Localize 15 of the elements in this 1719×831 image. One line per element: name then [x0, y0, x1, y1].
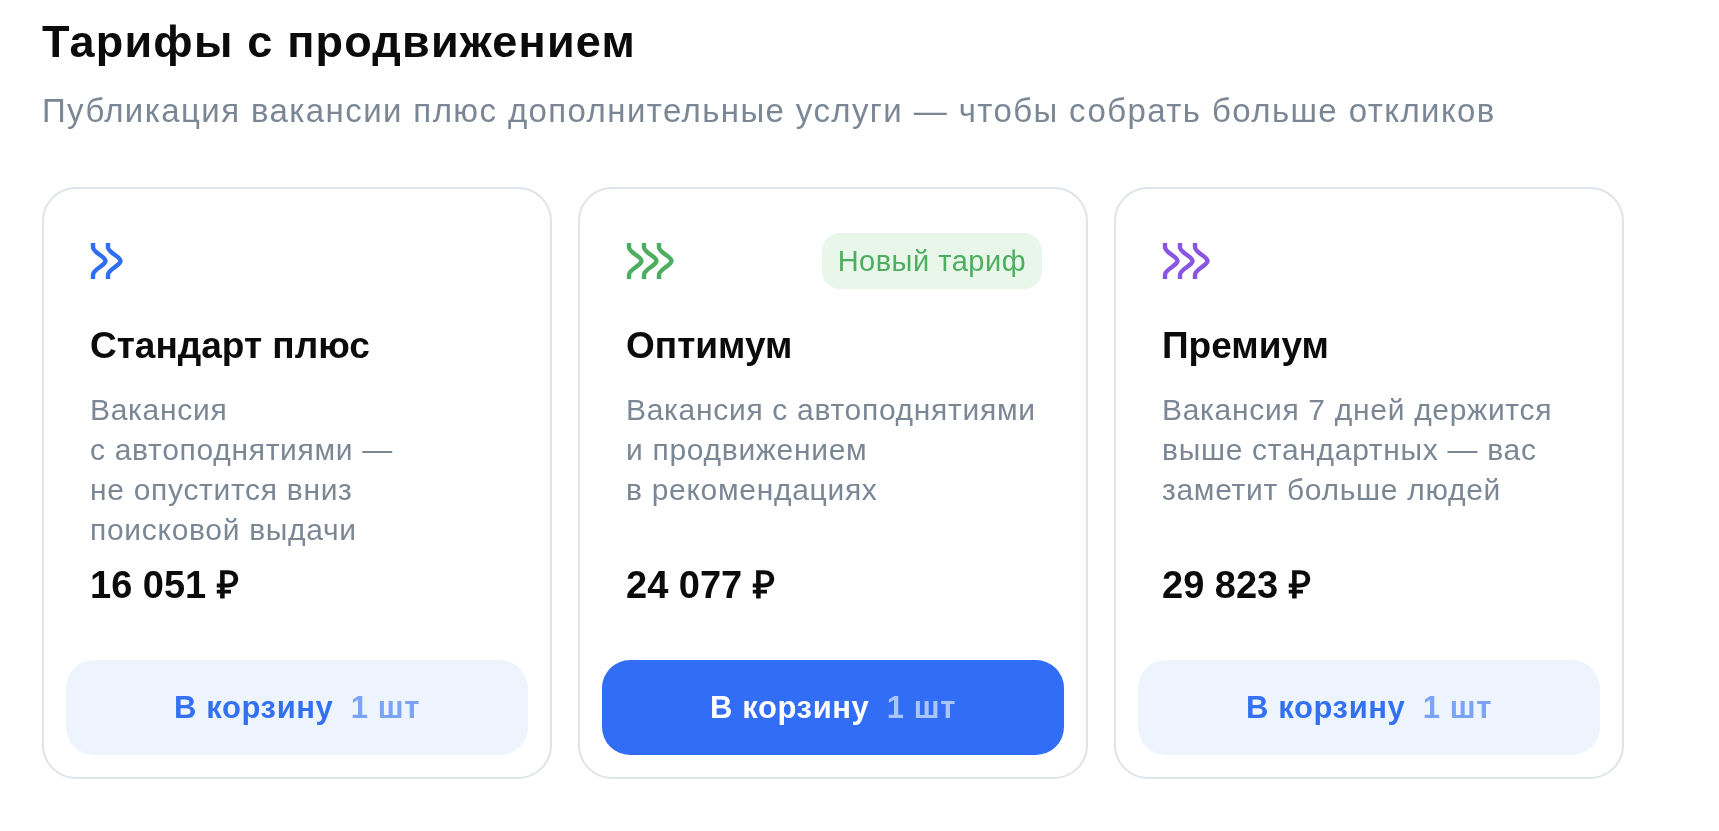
add-to-cart-button[interactable]: В корзину 1 шт — [1138, 660, 1600, 755]
plan-name: Стандарт плюс — [89, 324, 371, 368]
plan-description: Вакансия с автоподнятиями и продвижением в рекомендациях — [626, 392, 1036, 508]
new-plan-badge: Новый тариф — [821, 233, 1042, 289]
plan-description: Вакансия с автоподнятиями — не опустится вниз поисковой выдачи — [90, 392, 394, 548]
section-subtitle: Публикация вакансии плюс дополнительные услуги — чтобы собрать больше откликов — [42, 91, 1496, 131]
plan-price: 29 823 ₽ — [1161, 563, 1312, 608]
add-to-cart-button[interactable]: В корзину 1 шт — [602, 660, 1064, 755]
plan-description: Вакансия 7 дней держится выше стандартных — вас заметит больше людей — [1162, 392, 1553, 508]
plan-name: Премиум — [1161, 324, 1330, 368]
add-to-cart-button[interactable]: В корзину 1 шт — [66, 660, 528, 755]
section-title: Тарифы с продвижением — [42, 15, 636, 69]
plan-name: Оптимум — [625, 324, 794, 368]
plan-price: 24 077 ₽ — [625, 563, 776, 608]
plan-price: 16 051 ₽ — [89, 563, 240, 608]
